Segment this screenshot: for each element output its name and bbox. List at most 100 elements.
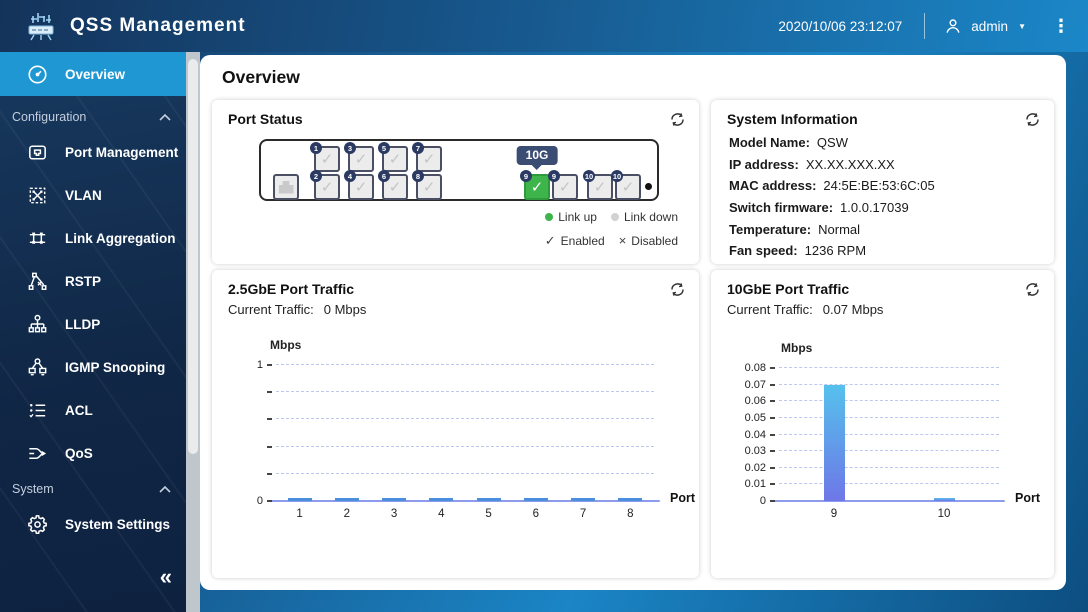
sidebar-section-configuration[interactable]: Configuration bbox=[0, 103, 186, 131]
port-speed-tooltip: 10G bbox=[516, 146, 558, 165]
port-8[interactable]: 8 ✓ bbox=[412, 170, 442, 200]
sidebar-item-label: IGMP Snooping bbox=[65, 360, 166, 375]
system-info-row: Switch firmware: 1.0.0.17039 bbox=[729, 197, 935, 219]
info-value: Normal bbox=[818, 221, 861, 237]
scrollbar-thumb[interactable] bbox=[188, 59, 198, 454]
traffic-bar-port-6 bbox=[523, 498, 548, 501]
y-tick-mark bbox=[770, 500, 775, 502]
system-info-row: MAC address: 24:5E:BE:53:6C:05 bbox=[729, 175, 935, 197]
x-tick-label: 7 bbox=[579, 508, 587, 520]
x-tick-label: 6 bbox=[532, 508, 540, 520]
x-axis-line bbox=[270, 500, 660, 502]
port-4[interactable]: 4 ✓ bbox=[344, 170, 374, 200]
legend-enabled: ✓ Enabled bbox=[544, 233, 605, 248]
refresh-icon[interactable] bbox=[669, 111, 686, 128]
port-10[interactable]: 10 ✓ bbox=[583, 170, 613, 200]
info-label: MAC address: bbox=[729, 178, 817, 194]
vlan-icon bbox=[29, 187, 46, 204]
port-5[interactable]: 5 ✓ bbox=[378, 142, 408, 172]
traffic-bar-port-5 bbox=[476, 498, 501, 501]
rj45-jack-icon bbox=[278, 180, 294, 194]
x-tick-label: 8 bbox=[627, 508, 634, 520]
sidebar-item-label: VLAN bbox=[65, 188, 102, 203]
port-number-badge: 9 bbox=[520, 170, 532, 182]
collapse-sidebar-icon[interactable]: « bbox=[160, 564, 172, 590]
info-label: Switch firmware: bbox=[729, 200, 834, 216]
port-2[interactable]: 2 ✓ bbox=[310, 170, 340, 200]
port-3[interactable]: 3 ✓ bbox=[344, 142, 374, 172]
sidebar-item-igmp-snooping[interactable]: IGMP Snooping bbox=[0, 346, 186, 389]
y-tick-mark bbox=[267, 472, 272, 475]
sidebar-item-vlan[interactable]: VLAN bbox=[0, 174, 186, 217]
datetime: 2020/10/06 23:12:07 bbox=[778, 18, 903, 34]
system-info-row: Temperature: Normal bbox=[729, 218, 935, 240]
gear-icon bbox=[28, 515, 47, 534]
reset-pinhole bbox=[645, 183, 652, 190]
sidebar-item-qos[interactable]: QoS bbox=[0, 432, 186, 475]
grid-line bbox=[779, 450, 999, 452]
port-number-badge: 5 bbox=[378, 142, 390, 154]
port-enabled-check-icon: ✓ bbox=[320, 178, 334, 196]
sidebar-item-system-settings[interactable]: System Settings bbox=[0, 503, 186, 546]
y-tick-label: 0.01 bbox=[744, 478, 766, 491]
traffic-bar-port-3 bbox=[382, 498, 407, 501]
sidebar-section-system[interactable]: System bbox=[0, 475, 186, 503]
sidebar-item-overview[interactable]: Overview bbox=[0, 52, 186, 96]
port-number-badge: 2 bbox=[310, 170, 322, 182]
port-1[interactable]: 1 ✓ bbox=[310, 142, 340, 172]
system-info-list: Model Name: QSW IP address: XX.XX.XXX.XX MAC… bbox=[729, 132, 935, 262]
refresh-icon[interactable] bbox=[669, 281, 686, 298]
caret-down-icon: ▼ bbox=[1018, 21, 1026, 31]
port-enabled-check-icon: ✓ bbox=[530, 178, 544, 196]
legend-disabled: × Disabled bbox=[618, 233, 678, 248]
page-title: Overview bbox=[222, 67, 300, 87]
info-label: Temperature: bbox=[729, 221, 812, 237]
legend-link-down: Link down bbox=[610, 210, 678, 224]
port-number-badge: 10 bbox=[611, 170, 623, 182]
sidebar-item-acl[interactable]: ACL bbox=[0, 389, 186, 432]
main-content: Overview Port Status 10G 1 ✓ 3 ✓ 5 ✓ 7 ✓ 2 ✓ 4 ✓ 6 ✓ 8… bbox=[200, 55, 1066, 590]
user-menu-button[interactable]: admin ▼ bbox=[943, 16, 1026, 36]
grid-line bbox=[779, 367, 999, 368]
port-enabled-check-icon: ✓ bbox=[422, 150, 436, 168]
refresh-icon[interactable] bbox=[1024, 281, 1041, 298]
refresh-icon[interactable] bbox=[1024, 111, 1041, 128]
sidebar-item-label: LLDP bbox=[65, 317, 101, 332]
traffic-card-2-5gbe: 2.5GbE Port Traffic Current Traffic: 0 Mb… bbox=[212, 270, 699, 578]
topbar-divider bbox=[924, 13, 926, 39]
port-number-badge: 9 bbox=[548, 170, 560, 182]
overflow-menu-icon[interactable]: ⋮ bbox=[1052, 17, 1070, 35]
y-tick-label: 1 bbox=[256, 359, 263, 371]
port-enabled-check-icon: ✓ bbox=[354, 150, 368, 168]
y-tick-label: 0.07 bbox=[744, 378, 766, 391]
x-tick-label: 3 bbox=[390, 508, 398, 520]
port-enabled-check-icon: ✓ bbox=[388, 150, 402, 168]
sidebar-item-link-aggregation[interactable]: Link Aggregation bbox=[0, 217, 186, 260]
port-9[interactable]: 9 ✓ bbox=[548, 170, 578, 200]
x-axis-label: Port bbox=[1015, 491, 1040, 505]
sidebar-item-lldp[interactable]: LLDP bbox=[0, 303, 186, 346]
port-mgmt[interactable] bbox=[273, 174, 299, 200]
sidebar-item-label: QoS bbox=[65, 446, 93, 461]
grid-line bbox=[276, 391, 654, 393]
sidebar-item-port-management[interactable]: Port Management bbox=[0, 131, 186, 174]
y-tick-mark bbox=[267, 391, 272, 394]
link-legend: Link up Link down bbox=[545, 210, 678, 224]
system-info-row: IP address: XX.XX.XXX.XX bbox=[729, 154, 935, 176]
current-traffic: Current Traffic: 0.07 Mbps bbox=[727, 302, 884, 317]
sidebar-item-rstp[interactable]: RSTP bbox=[0, 260, 186, 303]
port-10[interactable]: 10 ✓ bbox=[611, 170, 641, 200]
y-tick-mark bbox=[770, 450, 775, 453]
port-6[interactable]: 6 ✓ bbox=[378, 170, 408, 200]
system-info-row: Fan speed: 1236 RPM bbox=[729, 240, 935, 262]
x-tick-label: 10 bbox=[937, 508, 951, 520]
vertical-scrollbar bbox=[186, 52, 200, 612]
grid-line bbox=[276, 364, 654, 365]
traffic-bar-port-1 bbox=[287, 498, 312, 501]
port-number-badge: 6 bbox=[378, 170, 390, 182]
port-9[interactable]: 9 ✓ bbox=[520, 170, 550, 200]
card-title: 2.5GbE Port Traffic bbox=[228, 281, 355, 297]
port-7[interactable]: 7 ✓ bbox=[412, 142, 442, 172]
info-label: IP address: bbox=[729, 156, 799, 172]
y-tick-mark bbox=[770, 483, 775, 486]
